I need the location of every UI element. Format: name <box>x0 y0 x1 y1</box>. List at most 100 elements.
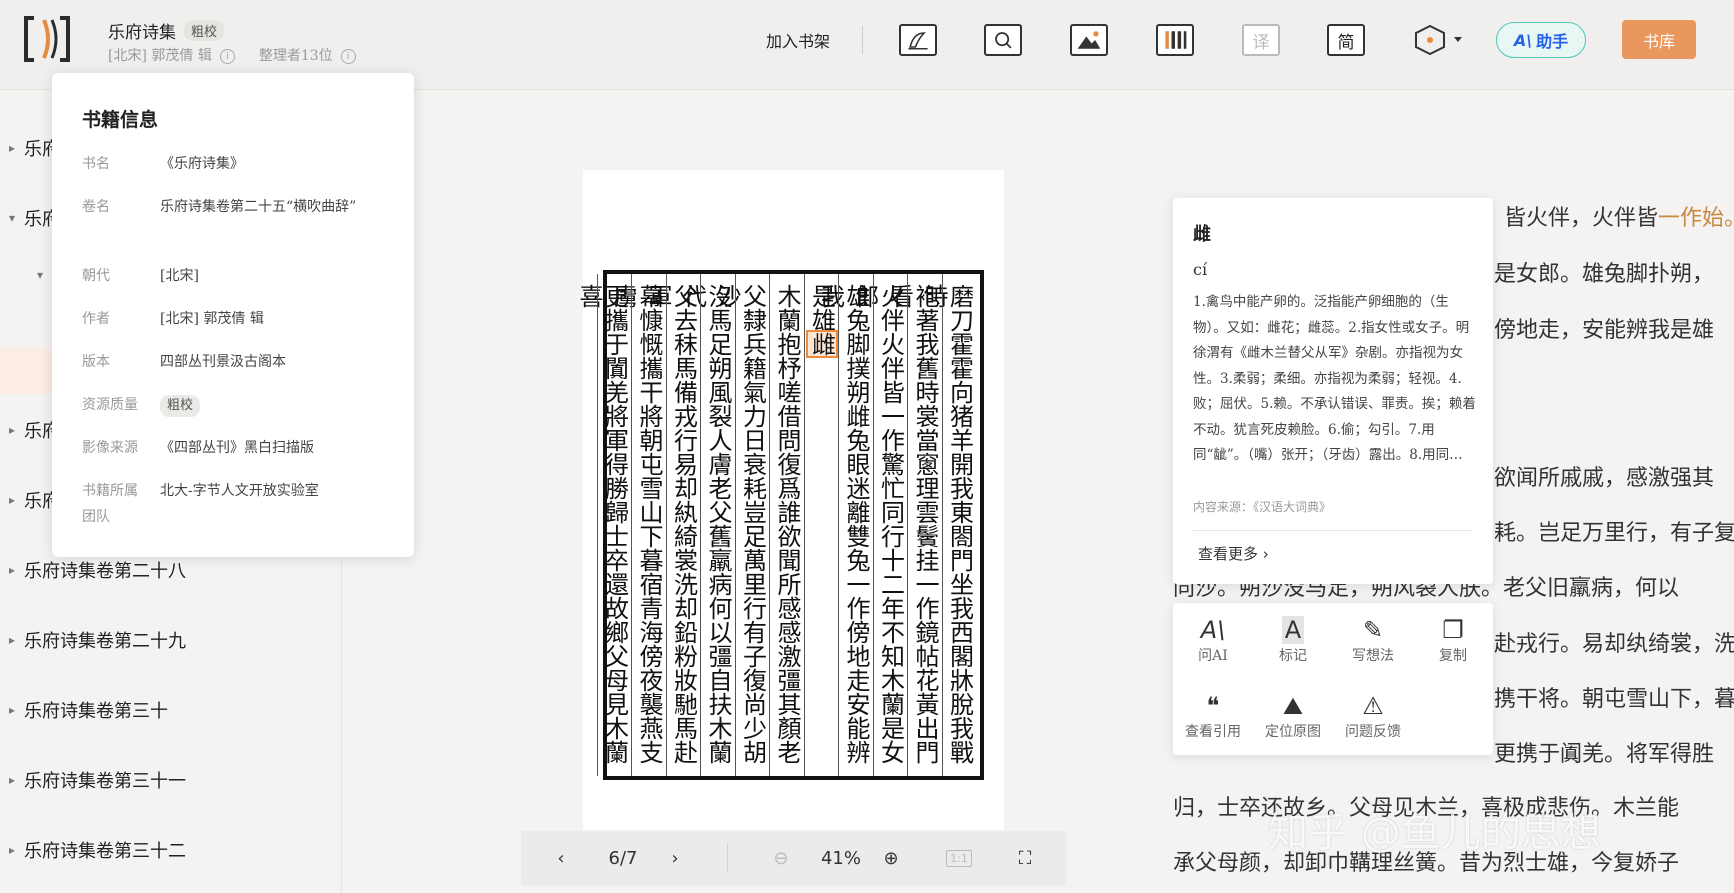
reading-line[interactable]: 更携于阗羌。将军得胜 <box>1494 736 1714 768</box>
view-citation-button[interactable]: ❝ 查看引用 <box>1180 691 1246 741</box>
see-more-label: 查看更多 <box>1198 545 1259 563</box>
ai-assistant-button[interactable]: A\ 助手 <box>1496 22 1586 58</box>
simplified-button[interactable]: 简 <box>1327 24 1365 56</box>
info-value: 《乐府诗集》 <box>160 156 244 172</box>
dict-source: 内容来源：《汉语大词典》 <box>1193 500 1332 514</box>
scan-column[interactable]: 磨刀霍霍向猪羊開我東閤門坐我西閣牀脫我戰時 <box>920 284 974 776</box>
editors-info-icon[interactable]: i <box>340 49 356 64</box>
chevron-down-icon: ▾ <box>36 268 44 282</box>
zoom-out-icon: ⊖ <box>773 848 789 869</box>
reading-line[interactable]: 赴戎行。易却纨绮裳，洗 <box>1494 626 1734 658</box>
zoom-in-button[interactable]: ⊕ <box>871 831 911 886</box>
info-value: [北宋] 郭茂倩 辑 <box>160 311 264 327</box>
quality-tag: 粗校 <box>160 395 201 417</box>
toc-item[interactable]: ▸ 乐府诗集卷第二十九 <box>0 627 186 653</box>
theme-icon <box>1415 24 1462 56</box>
toc-item[interactable]: ▾ 乐府 <box>0 205 60 231</box>
pen-icon <box>899 24 937 56</box>
info-value: [北宋] <box>160 268 199 284</box>
actual-size-button[interactable]: 1:1 <box>939 831 979 886</box>
image-view-button[interactable] <box>1070 24 1108 56</box>
info-key: 朝代 <box>82 268 110 284</box>
toc-item[interactable]: ▸ 乐府 <box>0 135 60 161</box>
toc-subitem[interactable]: ▾ <box>28 268 52 282</box>
scan-column[interactable]: 是雄雌 <box>805 284 838 358</box>
add-to-shelf-button[interactable]: 加入书架 <box>758 24 838 56</box>
reading-line[interactable]: 傍地走，安能辨我是雄 <box>1494 312 1714 344</box>
search-icon <box>984 24 1022 56</box>
prev-page-button[interactable]: ‹ <box>541 831 581 886</box>
page-indicator: 6/7 <box>608 848 638 869</box>
toc-item[interactable]: ▸ 乐府 <box>0 487 60 513</box>
toc-item[interactable]: ▸ 乐府诗集卷第三十一 <box>0 767 186 793</box>
column-rule <box>803 274 805 776</box>
pen-icon: ✎ <box>1362 616 1384 644</box>
action-label: 写想法 <box>1352 648 1394 664</box>
reading-line[interactable]: 皆火伴，火伴皆一作始。 <box>1504 200 1734 232</box>
book-title-text: 乐府诗集 <box>108 23 176 43</box>
scan-column[interactable]: 袍著我舊時裳當窻理雲鬢挂一作鏡帖花黃出門看 <box>886 284 940 776</box>
zoom-out-button[interactable]: ⊖ <box>761 831 801 886</box>
toc-item[interactable]: ▸ 乐府诗集卷第三十二 <box>0 837 186 863</box>
dict-headword: 雌 <box>1193 224 1211 245</box>
scan-column[interactable]: 更攜于闐羌將軍得勝歸士卒還故鄉父母見木蘭喜 <box>575 284 629 776</box>
fullscreen-button[interactable]: ⛶ <box>1005 831 1045 886</box>
actual-size-icon: 1:1 <box>946 850 972 867</box>
column-rule <box>941 274 943 776</box>
chevron-right-icon: ▸ <box>8 773 16 787</box>
info-key: 影像来源 <box>82 440 138 456</box>
toc-item-label: 乐府诗集卷第三十二 <box>24 841 186 862</box>
search-button[interactable] <box>984 24 1022 56</box>
scan-column[interactable]: 父去秣馬備戎行易却紈綺裳洗却鉛粉妝馳馬赴軍 <box>644 284 698 776</box>
see-more-link[interactable]: 查看更多 › <box>1198 543 1269 564</box>
toc-item[interactable]: ▸ 乐府诗集卷第三十 <box>0 697 168 723</box>
mark-button[interactable]: A 标记 <box>1260 615 1326 665</box>
chevron-right-icon: ▸ <box>8 633 16 647</box>
feedback-button[interactable]: ⚠ 问题反馈 <box>1340 691 1406 741</box>
author-info-icon[interactable]: i <box>219 49 235 64</box>
column-rule <box>838 274 839 776</box>
toc-item[interactable]: ▸ 乐府诗集卷第二十八 <box>0 557 186 583</box>
scan-column[interactable]: 木蘭抱杼嗟借問復爲誰欲聞所感感激彊其顏老 <box>773 284 801 764</box>
dict-definition: 1.禽鸟中能产卵的。泛指能产卵细胞的（生物）。又如：雌花；雌蕊。2.指女性或女子… <box>1193 294 1476 463</box>
library-button[interactable]: 书库 <box>1622 20 1696 59</box>
ai-icon: A\ <box>1513 30 1533 50</box>
scan-character[interactable]: 是 <box>808 284 836 308</box>
toc-item-label: 乐府诗集卷第二十九 <box>24 631 186 652</box>
scan-column[interactable]: 父隸兵籍氣力日衰耗豈足萬里行有子復尚少胡沙 <box>713 284 767 776</box>
translate-button[interactable]: 译 <box>1242 24 1280 56</box>
reading-line[interactable]: 耗。岂足万里行，有子复 <box>1494 515 1734 547</box>
toc-item-label: 乐府诗集卷第三十一 <box>24 771 186 792</box>
columns-button[interactable] <box>1156 24 1194 56</box>
theme-dropdown[interactable] <box>1414 24 1470 56</box>
next-page-button[interactable]: › <box>655 831 695 886</box>
toc-item[interactable]: ▸ 乐府 <box>0 417 60 443</box>
variant-note[interactable]: 一作始。 <box>1658 206 1734 231</box>
editors-count[interactable]: 整理者13位 <box>259 48 333 64</box>
column-rule <box>631 274 632 776</box>
copy-button[interactable]: ❐ 复制 <box>1420 615 1486 665</box>
scan-column[interactable]: 幕慷慨攜干將朝屯雪山下暮宿青海傍夜襲燕支虜 <box>610 284 664 776</box>
scan-character[interactable]: 雄 <box>808 308 836 332</box>
action-label: 定位原图 <box>1265 724 1321 740</box>
zoom-in-icon: ⊕ <box>883 848 899 869</box>
scan-column[interactable]: 雄兔脚撲朔雌兔眼迷離雙兔一作傍地走安能辨我 <box>817 284 871 776</box>
book-subtitle: [北宋] 郭茂倩 辑 i 整理者13位 i <box>108 45 380 65</box>
reading-line[interactable]: 携干将。朝屯雪山下，暮 <box>1494 681 1734 713</box>
action-label: 复制 <box>1439 648 1467 664</box>
translate-icon: 译 <box>1242 24 1280 56</box>
reading-line[interactable]: 是女郎。雄兔脚扑朔， <box>1494 256 1714 288</box>
locate-image-icon: ⛰ <box>1282 692 1304 720</box>
reading-line[interactable]: 欲闻所戚戚，感激强其 <box>1494 460 1714 492</box>
scan-column[interactable]: 火伴火伴皆一作驚忙同行十二年不知木蘭是女郎 <box>851 284 905 776</box>
book-title: 乐府诗集 粗校 <box>108 18 225 43</box>
write-thought-button[interactable]: ✎ 写想法 <box>1340 615 1406 665</box>
chevron-right-icon: ▸ <box>8 563 16 577</box>
scanned-page[interactable]: 磨刀霍霍向猪羊開我東閤門坐我西閣牀脫我戰時 袍著我舊時裳當窻理雲鬢挂一作鏡帖花黃出… <box>575 170 1004 830</box>
app-logo[interactable] <box>22 14 72 64</box>
write-note-button[interactable] <box>899 24 937 56</box>
selected-character[interactable]: 雌 <box>805 330 838 358</box>
scan-column[interactable]: 沒馬足朔風裂人膚老父舊羸病何以彊自扶木蘭代 <box>679 284 733 776</box>
ask-ai-button[interactable]: A\ 问AI <box>1180 615 1246 665</box>
locate-image-button[interactable]: ⛰ 定位原图 <box>1260 691 1326 741</box>
